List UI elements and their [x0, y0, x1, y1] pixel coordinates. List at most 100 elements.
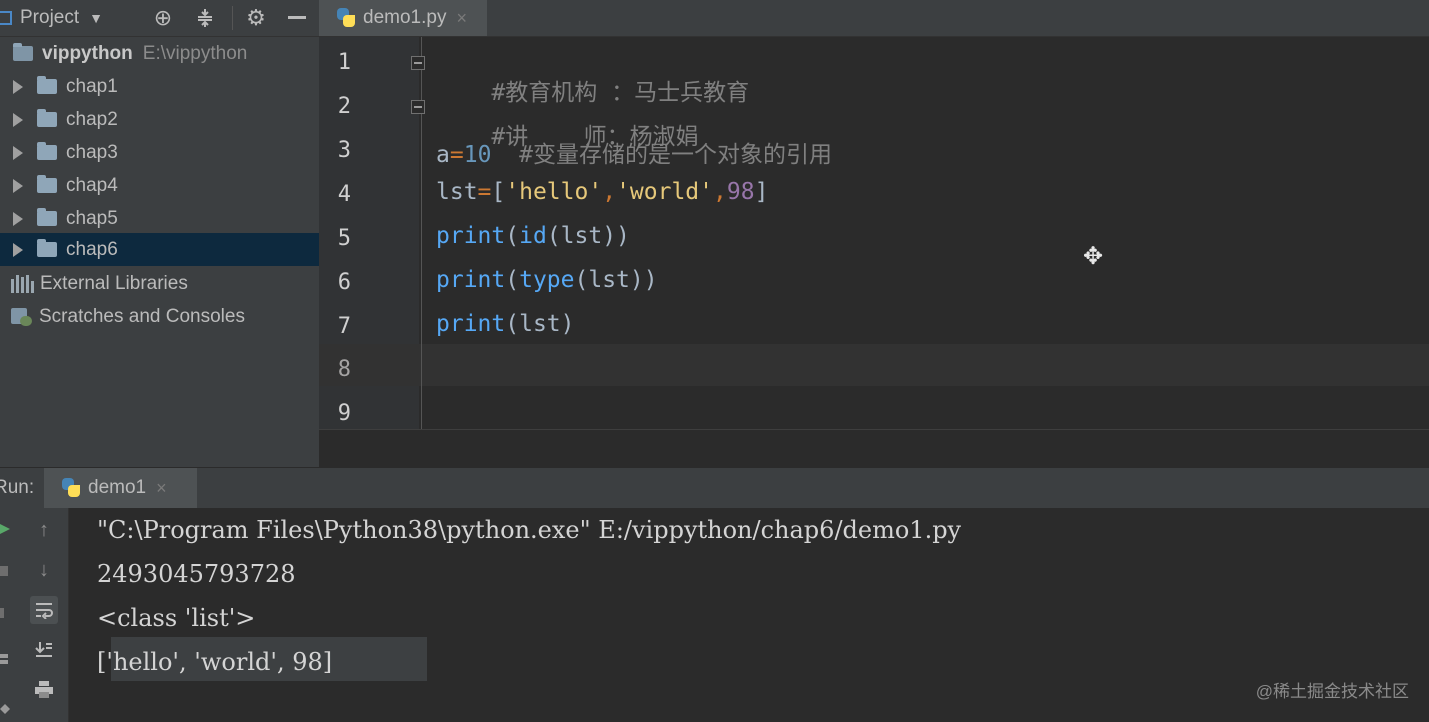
identifier: lst — [436, 179, 478, 205]
run-console-output[interactable]: "C:\Program Files\Python38\python.exe" E… — [69, 508, 1429, 722]
comment-text: #变量存储的是一个对象的引用 — [491, 142, 832, 168]
gutter-divider — [421, 37, 422, 430]
project-panel: Project ▼ ⊕ ⚙ vippython E:\vippython cha… — [0, 0, 319, 467]
code-line-4: lst=['hello','world',98] — [436, 179, 768, 205]
scratches-label: Scratches and Consoles — [39, 305, 245, 327]
hide-panel-icon[interactable] — [284, 5, 310, 31]
bracket: ] — [754, 179, 769, 205]
line-number: 5 — [337, 226, 351, 251]
folder-icon — [37, 175, 57, 193]
soft-wrap-icon[interactable] — [30, 596, 58, 624]
line-number: 9 — [337, 401, 351, 426]
console-line-output: 2493045793728 — [97, 560, 296, 588]
fold-marker-icon[interactable] — [411, 56, 425, 70]
stop-icon[interactable] — [0, 566, 10, 576]
wrap-glyph — [36, 603, 53, 619]
tree-item-chap5[interactable]: chap5 — [0, 202, 319, 235]
line-number: 3 — [337, 138, 351, 163]
gear-icon[interactable]: ⚙ — [243, 5, 269, 31]
minimize-glyph — [288, 16, 306, 19]
code-line-3: a=10 #变量存储的是一个对象的引用 — [436, 135, 832, 169]
root-folder-name: vippython — [42, 42, 133, 64]
console-line-output: <class 'list'> — [97, 604, 256, 632]
rerun-icon[interactable] — [0, 524, 10, 534]
run-side-toolbar — [0, 508, 12, 722]
collapse-all-icon[interactable] — [192, 5, 218, 31]
expand-arrow-icon[interactable] — [13, 145, 23, 160]
external-libraries-label: External Libraries — [40, 272, 188, 294]
tree-item-root[interactable]: vippython E:\vippython — [0, 37, 319, 70]
comma: , — [713, 179, 727, 205]
move-cursor-icon: ✥ — [1082, 243, 1104, 270]
builtin-function: type — [519, 267, 575, 293]
editor-bottom-border — [319, 429, 1429, 430]
current-line-highlight — [319, 344, 1429, 386]
pause-icon[interactable] — [0, 608, 10, 618]
paren: (lst)) — [546, 223, 630, 249]
project-icon — [0, 11, 12, 25]
bracket: [ — [491, 179, 506, 205]
close-icon[interactable]: × — [456, 8, 467, 29]
toolbar-divider — [232, 6, 233, 30]
run-panel-header: Run: demo1 × — [0, 467, 1429, 509]
code-editor[interactable]: 1 2 3 4 5 6 7 8 9 #教育机构 ：马士兵教育 #讲 师：杨淑娟 … — [319, 37, 1429, 430]
close-icon[interactable]: × — [156, 478, 167, 499]
tree-item-chap2[interactable]: chap2 — [0, 103, 319, 136]
pin-icon[interactable] — [0, 704, 10, 714]
folder-icon — [37, 208, 57, 226]
scroll-up-icon[interactable]: ↑ — [30, 516, 58, 544]
expand-arrow-icon[interactable] — [13, 79, 23, 94]
run-toolbar: ↑ ↓ — [12, 508, 69, 722]
folder-label: chap6 — [66, 238, 118, 260]
tree-item-chap4[interactable]: chap4 — [0, 169, 319, 202]
builtin-function: print — [436, 311, 506, 337]
line-number: 2 — [337, 94, 351, 119]
tab-label: demo1.py — [363, 7, 447, 28]
scroll-end-glyph — [35, 642, 52, 657]
project-view-selector[interactable]: Project ▼ — [0, 0, 103, 36]
printer-glyph — [35, 681, 53, 698]
line-number: 4 — [337, 182, 351, 207]
layout-icon[interactable] — [0, 654, 10, 664]
collapse-all-glyph — [198, 9, 212, 27]
paren: (lst) — [505, 311, 575, 337]
tree-item-chap3[interactable]: chap3 — [0, 136, 319, 169]
tree-item-external-libraries[interactable]: External Libraries — [0, 267, 319, 300]
identifier: a — [436, 142, 450, 168]
folder-icon — [37, 239, 57, 257]
tree-item-chap1[interactable]: chap1 — [0, 70, 319, 103]
folder-label: chap1 — [66, 75, 118, 97]
scroll-to-end-icon[interactable] — [30, 636, 58, 664]
number-literal: 10 — [463, 142, 492, 168]
paren: (lst)) — [574, 267, 658, 293]
folder-icon — [37, 142, 57, 160]
string-literal: 'hello' — [505, 179, 603, 205]
library-icon — [11, 274, 35, 293]
console-line-output: ['hello', 'world', 98] — [97, 648, 333, 676]
expand-arrow-icon[interactable] — [13, 112, 23, 127]
tab-demo1-py[interactable]: demo1.py × — [319, 0, 487, 36]
line-number: 7 — [337, 314, 351, 339]
expand-arrow-icon[interactable] — [13, 178, 23, 193]
run-tab-label: demo1 — [88, 477, 147, 498]
tree-item-scratches[interactable]: Scratches and Consoles — [0, 300, 319, 333]
project-panel-header: Project ▼ ⊕ ⚙ — [0, 0, 319, 37]
paren: ( — [505, 267, 520, 293]
print-icon[interactable] — [30, 676, 58, 704]
project-title: Project — [20, 7, 80, 28]
fold-marker-icon[interactable] — [411, 100, 425, 114]
builtin-function: print — [436, 267, 506, 293]
tree-item-chap6[interactable]: chap6 — [0, 233, 319, 266]
line-number: 1 — [337, 50, 351, 75]
expand-arrow-icon[interactable] — [13, 211, 23, 226]
chevron-down-icon: ▼ — [89, 10, 103, 26]
string-literal: 'world' — [616, 179, 713, 205]
builtin-function: id — [519, 223, 547, 249]
console-line-command: "C:\Program Files\Python38\python.exe" E… — [97, 516, 962, 544]
comma: , — [602, 179, 617, 205]
expand-arrow-icon[interactable] — [13, 242, 23, 257]
run-tab-demo1[interactable]: demo1 × — [44, 468, 197, 508]
scroll-down-icon[interactable]: ↓ — [30, 556, 58, 584]
locate-target-icon[interactable]: ⊕ — [150, 5, 176, 31]
number-literal: 98 — [726, 179, 755, 205]
